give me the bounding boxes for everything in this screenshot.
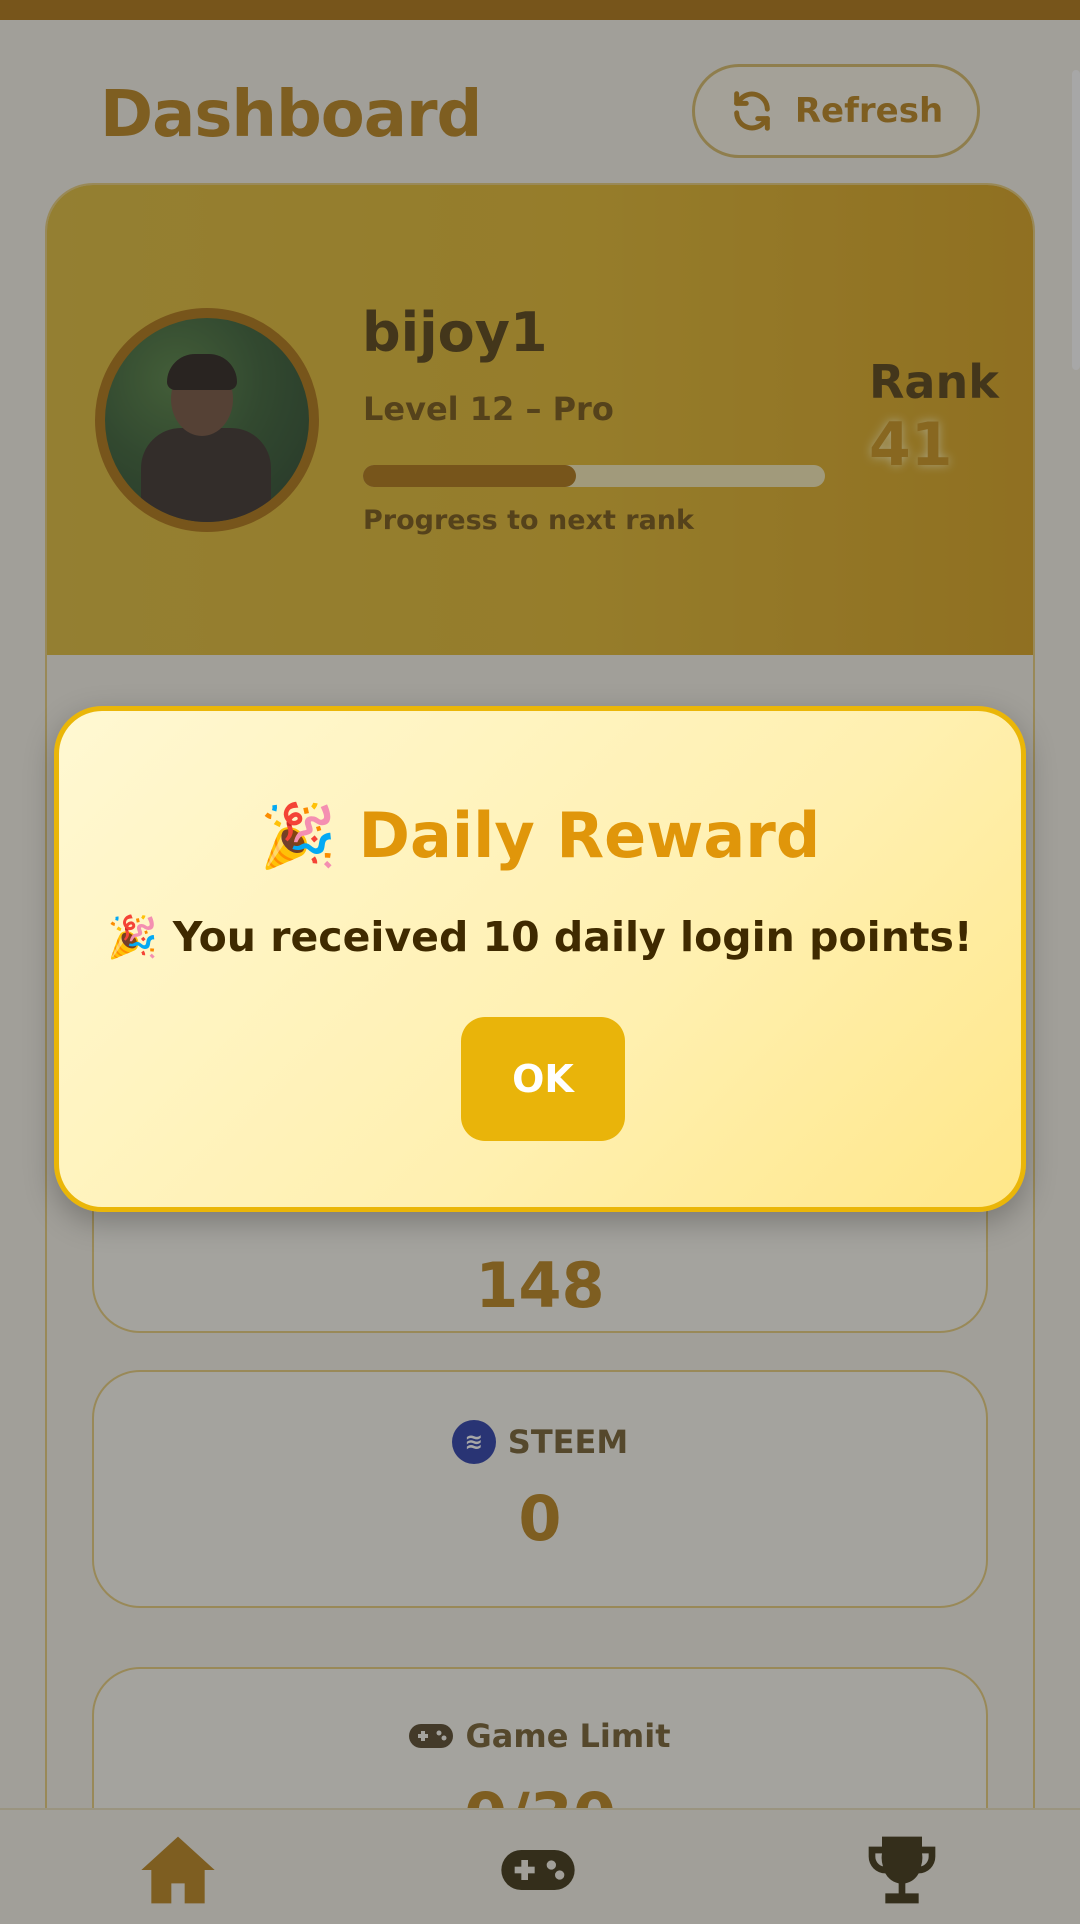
dialog-message: 🎉 You received 10 daily login points! xyxy=(107,913,973,961)
ok-button[interactable]: OK xyxy=(461,1017,625,1141)
daily-reward-dialog: 🎉 Daily Reward 🎉 You received 10 daily l… xyxy=(54,706,1026,1212)
dialog-title: 🎉 Daily Reward xyxy=(259,799,821,872)
